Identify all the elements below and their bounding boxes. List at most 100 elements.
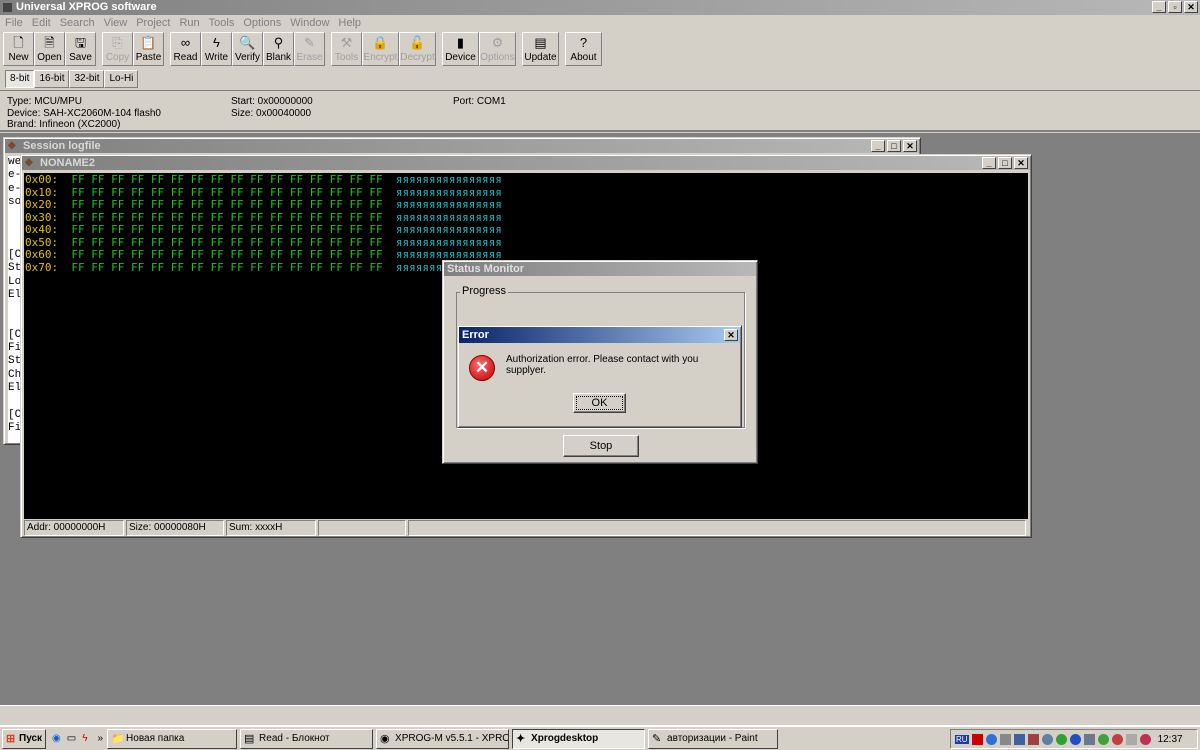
error-icon: ✕ [469, 355, 495, 381]
tray-icon[interactable] [1013, 733, 1025, 745]
encrypt-icon: 🔒 [372, 35, 389, 50]
taskbar-item[interactable]: ✎ авторизации - Paint [648, 728, 779, 749]
close-button[interactable]: ✕ [724, 329, 738, 341]
menu-file[interactable]: File [5, 16, 23, 30]
tray-icon[interactable] [985, 733, 997, 745]
menu-run[interactable]: Run [179, 16, 199, 30]
wifi-tray-icon[interactable] [1111, 733, 1123, 745]
copy-button[interactable]: ⎘ Copy [102, 32, 133, 66]
row-ascii[interactable]: яяяяяяяяяяяяяяяя [396, 198, 502, 211]
app-quicklaunch-icon[interactable]: ϟ [82, 733, 87, 744]
menu-view[interactable]: View [104, 16, 128, 30]
tab-8-bit[interactable]: 8-bit [5, 70, 35, 88]
start-button[interactable]: ⊞ Пуск [2, 728, 46, 749]
device-button[interactable]: ▮ Device [442, 32, 479, 66]
update-icon: ▤ [534, 35, 547, 50]
read-button[interactable]: ∞ Read [170, 32, 201, 66]
window-title: NONAME2 [40, 157, 96, 169]
ok-button[interactable]: OK [573, 393, 626, 413]
button-label: Encrypt [363, 52, 398, 63]
button-label: Update [524, 52, 557, 63]
write-button[interactable]: ϟ Write [201, 32, 232, 66]
read-icon: ∞ [180, 35, 191, 50]
update-button[interactable]: ▤ Update [522, 32, 559, 66]
paste-button[interactable]: 📋 Paste [133, 32, 164, 66]
row-bytes[interactable]: FF FF FF FF FF FF FF FF FF FF FF FF FF F… [71, 223, 382, 236]
menu-window[interactable]: Window [290, 16, 329, 30]
row-bytes[interactable]: FF FF FF FF FF FF FF FF FF FF FF FF FF F… [71, 248, 382, 261]
taskbar-item[interactable]: ◉ XPROG-M v5.5.1 - XPRO... [376, 728, 510, 749]
clock[interactable]: 12:37 [1158, 734, 1183, 745]
minimize-button[interactable]: _ [982, 157, 996, 169]
quicklaunch-chevron[interactable]: » [97, 733, 103, 744]
row-bytes[interactable]: FF FF FF FF FF FF FF FF FF FF FF FF FF F… [71, 236, 382, 249]
menu-tools[interactable]: Tools [209, 16, 235, 30]
button-label: Read [173, 52, 198, 63]
decrypt-button[interactable]: 🔓 Decrypt [399, 32, 436, 66]
close-button[interactable]: ✕ [1014, 157, 1028, 169]
row-bytes[interactable]: FF FF FF FF FF FF FF FF FF FF FF FF FF F… [71, 211, 382, 224]
tray-icon[interactable] [1139, 733, 1151, 745]
verify-icon: 🔍 [239, 35, 256, 50]
open-button[interactable]: 🗎 Open [34, 32, 65, 66]
monitor-tray-icon[interactable] [1083, 733, 1095, 745]
menu-search[interactable]: Search [60, 16, 95, 30]
write-icon: ϟ [213, 35, 220, 50]
stop-button[interactable]: Stop [563, 435, 639, 457]
ie-icon[interactable]: ◉ [52, 733, 61, 744]
tray-icon[interactable] [1097, 733, 1109, 745]
tools-button[interactable]: ⚒ Tools [331, 32, 362, 66]
taskbar-item[interactable]: ▤ Read - Блокнот [240, 728, 374, 749]
about-button[interactable]: ? About [565, 32, 602, 66]
row-address: 0x60: [25, 248, 59, 261]
button-label: Device [445, 52, 476, 63]
taskbar-item[interactable]: ✦ Xprogdesktop [512, 728, 646, 749]
tray-icon[interactable] [1055, 733, 1067, 745]
encrypt-button[interactable]: 🔒 Encrypt [362, 32, 399, 66]
close-button[interactable]: ✕ [903, 140, 917, 152]
menu-help[interactable]: Help [338, 16, 361, 30]
row-bytes[interactable]: FF FF FF FF FF FF FF FF FF FF FF FF FF F… [71, 198, 382, 211]
taskbar-item[interactable]: 📁 Новая папка [107, 728, 238, 749]
volume-tray-icon[interactable] [1125, 733, 1137, 745]
row-bytes[interactable]: FF FF FF FF FF FF FF FF FF FF FF FF FF F… [71, 173, 382, 186]
decrypt-icon: 🔓 [409, 35, 426, 50]
memory-size: Size: 0x00040000 [231, 107, 312, 119]
menu-project[interactable]: Project [136, 16, 170, 30]
row-address: 0x00: [25, 173, 59, 186]
language-indicator[interactable]: RU [955, 734, 969, 744]
options-button[interactable]: ⚙ Options [479, 32, 516, 66]
tray-icon[interactable] [1041, 733, 1053, 745]
blank-icon: ⚲ [273, 35, 284, 50]
menu-options[interactable]: Options [243, 16, 281, 30]
row-bytes[interactable]: FF FF FF FF FF FF FF FF FF FF FF FF FF F… [71, 261, 382, 274]
new-button[interactable]: 🗋 New [3, 32, 34, 66]
button-label: Paste [135, 52, 162, 63]
maximize-button[interactable]: □ [887, 140, 901, 152]
restore-button[interactable]: ▫ [1168, 1, 1182, 13]
pdf-tray-icon[interactable] [971, 733, 983, 745]
minimize-button[interactable]: _ [1152, 1, 1166, 13]
tab-lo-hi[interactable]: Lo-Hi [104, 70, 139, 88]
taskbar-item-label: Xprogdesktop [531, 732, 599, 744]
row-ascii[interactable]: яяяяяяяяяяяяяяяя [396, 211, 502, 224]
menu-edit[interactable]: Edit [32, 16, 51, 30]
row-ascii[interactable]: яяяяяяяяяяяяяяяя [396, 236, 502, 249]
tab-32-bit[interactable]: 32-bit [69, 70, 105, 88]
tray-icon[interactable] [1069, 733, 1081, 745]
row-ascii[interactable]: яяяяяяяяяяяяяяяя [396, 186, 502, 199]
blank-button[interactable]: ⚲ Blank [263, 32, 294, 66]
row-ascii[interactable]: яяяяяяяяяяяяяяяя [396, 223, 502, 236]
row-bytes[interactable]: FF FF FF FF FF FF FF FF FF FF FF FF FF F… [71, 186, 382, 199]
row-ascii[interactable]: яяяяяяяяяяяяяяяя [396, 173, 502, 186]
show-desktop-icon[interactable]: ▭ [67, 733, 76, 744]
close-button[interactable]: ✕ [1184, 1, 1198, 13]
tray-icon[interactable] [1027, 733, 1039, 745]
verify-button[interactable]: 🔍 Verify [232, 32, 263, 66]
tab-16-bit[interactable]: 16-bit [34, 70, 70, 88]
erase-button[interactable]: ✎ Erase [294, 32, 325, 66]
save-button[interactable]: 🖫 Save [65, 32, 96, 66]
network-tray-icon[interactable] [999, 733, 1011, 745]
minimize-button[interactable]: _ [871, 140, 885, 152]
maximize-button[interactable]: □ [998, 157, 1012, 169]
